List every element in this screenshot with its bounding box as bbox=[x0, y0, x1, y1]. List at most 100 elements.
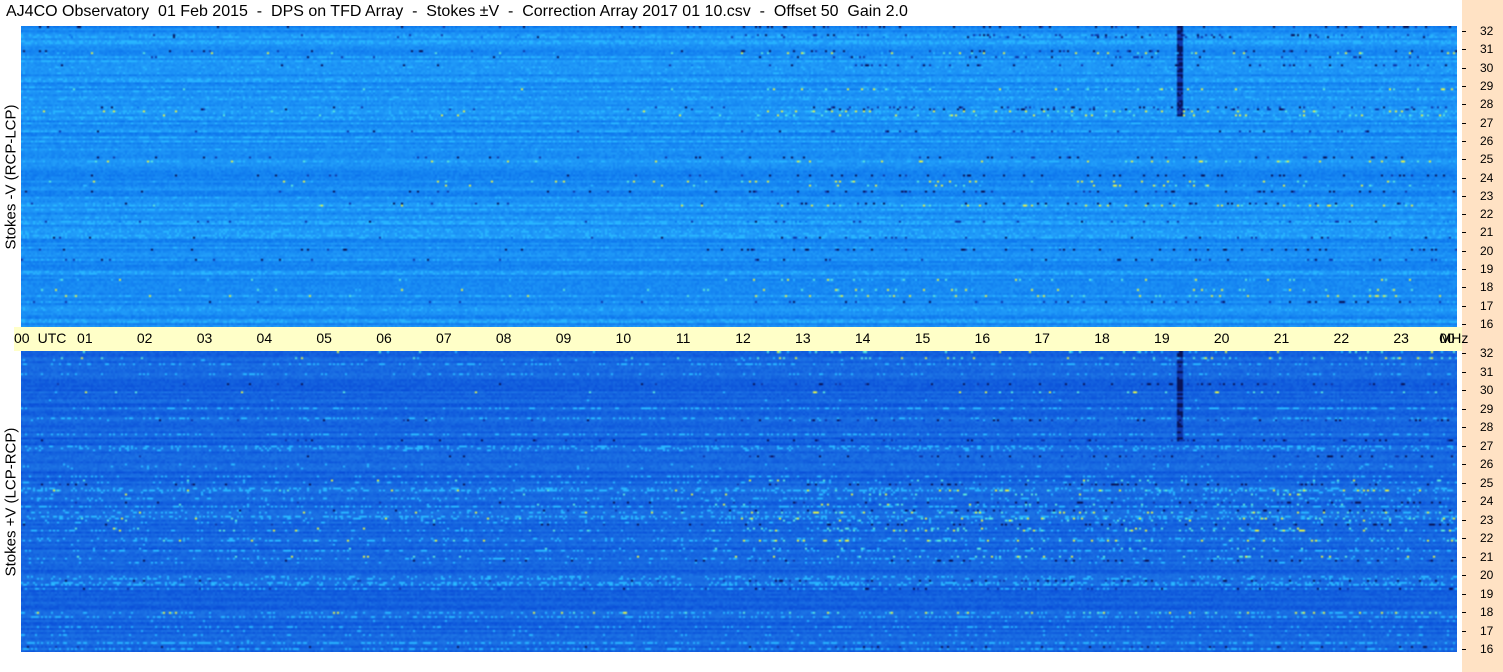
freq-label-top-27: 27 bbox=[1480, 115, 1494, 130]
freq-label-top-23: 23 bbox=[1480, 188, 1494, 203]
time-label-21-22: 21 bbox=[1273, 330, 1290, 346]
freq-label-bottom-22: 22 bbox=[1480, 531, 1494, 545]
time-label-13-14: 13 bbox=[795, 330, 811, 346]
time-label-18-19: 18 bbox=[1094, 330, 1110, 346]
time-label-07-8: 07 bbox=[436, 330, 452, 346]
freq-label-bottom-26: 26 bbox=[1480, 457, 1494, 471]
freq-tick bbox=[1462, 177, 1466, 179]
freq-label-top-31: 31 bbox=[1480, 42, 1494, 57]
freq-tick bbox=[1462, 575, 1466, 576]
freq-label-bottom-17: 17 bbox=[1480, 623, 1494, 638]
time-label-02-3: 02 bbox=[136, 330, 153, 346]
utc-time-axis: 00 UTC 01 02 03 04 05 06 07 08 09 10 11 12 13 14 15 16 17 1… bbox=[14, 327, 1468, 351]
time-label-11-12: 11 bbox=[675, 330, 691, 346]
freq-label-bottom-24: 24 bbox=[1480, 494, 1494, 508]
time-label-19-20: 19 bbox=[1154, 330, 1170, 346]
freq-label-bottom-30: 30 bbox=[1480, 383, 1494, 397]
time-label-03-4: 03 bbox=[196, 330, 213, 346]
time-label-10-11: 10 bbox=[615, 330, 632, 346]
freq-label-bottom-29: 29 bbox=[1480, 401, 1494, 416]
time-label-01-2: 01 bbox=[77, 330, 93, 346]
freq-tick bbox=[1462, 649, 1466, 650]
freq-tick bbox=[1462, 630, 1466, 632]
freq-tick bbox=[1462, 31, 1466, 32]
time-label-00-0: 00 bbox=[14, 330, 30, 346]
freq-tick bbox=[1462, 250, 1466, 252]
time-label-14-15: 14 bbox=[854, 330, 871, 346]
freq-label-bottom-20: 20 bbox=[1480, 568, 1494, 582]
freq-tick bbox=[1462, 67, 1466, 69]
freq-label-top-29: 29 bbox=[1480, 78, 1494, 93]
top-panel-label: Stokes -V (RCP-LCP) bbox=[0, 26, 21, 327]
freq-tick bbox=[1462, 464, 1466, 465]
freq-label-top-21: 21 bbox=[1480, 225, 1494, 240]
freq-tick bbox=[1462, 159, 1466, 161]
freq-tick bbox=[1462, 612, 1466, 613]
freq-tick bbox=[1462, 556, 1466, 558]
freq-label-top-17: 17 bbox=[1480, 298, 1494, 313]
freq-label-bottom-31: 31 bbox=[1480, 364, 1494, 379]
freq-label-top-19: 19 bbox=[1480, 262, 1494, 277]
title-bar: AJ4CO Observatory 01 Feb 2015 - DPS on T… bbox=[0, 0, 1462, 26]
freq-tick bbox=[1462, 195, 1466, 197]
freq-tick bbox=[1462, 353, 1466, 354]
freq-label-bottom-18: 18 bbox=[1480, 605, 1494, 619]
freq-label-top-16: 16 bbox=[1480, 317, 1494, 331]
time-label-20-21: 20 bbox=[1213, 330, 1230, 346]
page-title: AJ4CO Observatory 01 Feb 2015 - DPS on T… bbox=[6, 3, 908, 20]
freq-tick bbox=[1462, 408, 1466, 410]
freq-tick bbox=[1462, 593, 1466, 595]
freq-label-bottom-25: 25 bbox=[1480, 475, 1494, 490]
time-label-04-5: 04 bbox=[256, 330, 273, 346]
freq-tick bbox=[1462, 140, 1466, 142]
freq-tick bbox=[1462, 269, 1466, 271]
freq-tick bbox=[1462, 305, 1466, 307]
freq-tick bbox=[1462, 324, 1466, 325]
time-label-23-24: 23 bbox=[1393, 330, 1409, 346]
freq-tick bbox=[1462, 232, 1466, 234]
freq-tick bbox=[1462, 501, 1466, 502]
freq-tick bbox=[1462, 427, 1466, 428]
freq-tick bbox=[1462, 287, 1466, 289]
freq-tick bbox=[1462, 371, 1466, 373]
freq-label-bottom-16: 16 bbox=[1480, 642, 1494, 656]
stokes-minus-v-spectrogram bbox=[21, 26, 1457, 327]
freq-tick bbox=[1462, 519, 1466, 521]
bottom-panel-label-text: Stokes +V (LCP-RCP) bbox=[2, 427, 19, 576]
time-label-15-16: 15 bbox=[914, 330, 931, 346]
time-label-mhz-26: MHz bbox=[1439, 330, 1469, 346]
time-label-08-9: 08 bbox=[495, 330, 512, 346]
freq-label-top-20: 20 bbox=[1480, 243, 1494, 258]
freq-label-bottom-23: 23 bbox=[1480, 512, 1494, 527]
freq-label-bottom-32: 32 bbox=[1480, 346, 1494, 360]
freq-label-top-25: 25 bbox=[1480, 152, 1494, 167]
freq-tick bbox=[1462, 445, 1466, 447]
freq-label-bottom-28: 28 bbox=[1480, 420, 1494, 434]
freq-label-top-24: 24 bbox=[1480, 170, 1494, 185]
freq-tick bbox=[1462, 85, 1466, 87]
bottom-panel-label: Stokes +V (LCP-RCP) bbox=[0, 351, 21, 652]
freq-tick bbox=[1462, 122, 1466, 124]
freq-tick bbox=[1462, 104, 1466, 106]
freq-tick bbox=[1462, 390, 1466, 391]
time-label-utc-1: UTC bbox=[37, 330, 67, 346]
freq-tick bbox=[1462, 482, 1466, 484]
freq-label-bottom-21: 21 bbox=[1480, 549, 1494, 564]
time-label-16-17: 16 bbox=[974, 330, 991, 346]
time-label-22-23: 22 bbox=[1333, 330, 1350, 346]
freq-tick bbox=[1462, 214, 1466, 216]
freq-label-top-22: 22 bbox=[1480, 207, 1494, 222]
freq-label-top-32: 32 bbox=[1480, 24, 1494, 38]
time-label-17-18: 17 bbox=[1034, 330, 1050, 346]
time-label-06-7: 06 bbox=[376, 330, 392, 346]
time-label-05-6: 05 bbox=[316, 330, 332, 346]
freq-tick bbox=[1462, 49, 1466, 51]
freq-tick bbox=[1462, 538, 1466, 539]
stokes-plus-v-spectrogram bbox=[21, 351, 1457, 652]
time-label-12-13: 12 bbox=[735, 330, 751, 346]
top-panel-label-text: Stokes -V (RCP-LCP) bbox=[2, 103, 19, 250]
freq-label-top-18: 18 bbox=[1480, 280, 1494, 295]
freq-label-top-30: 30 bbox=[1480, 60, 1494, 75]
freq-label-top-26: 26 bbox=[1480, 133, 1494, 148]
freq-label-bottom-19: 19 bbox=[1480, 586, 1494, 601]
